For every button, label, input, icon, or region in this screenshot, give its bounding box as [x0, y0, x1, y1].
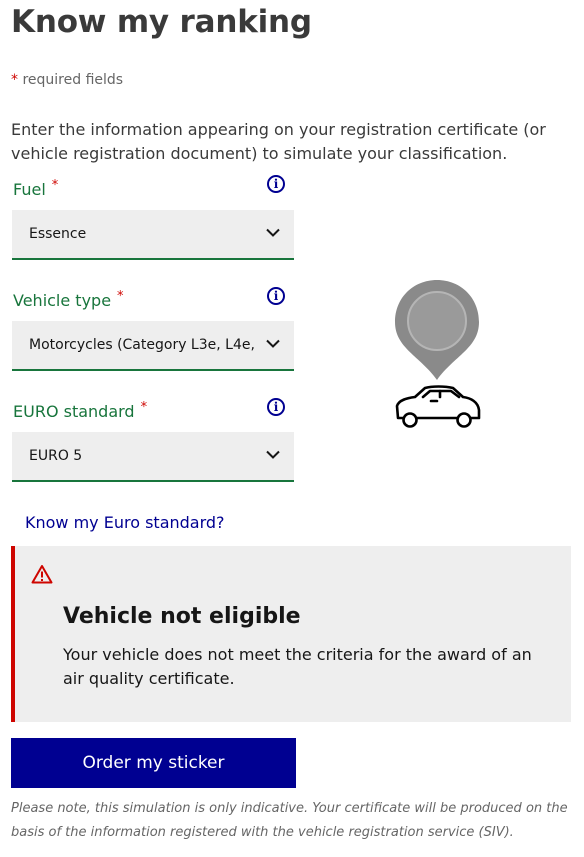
required-marker: * [117, 289, 124, 304]
vehicle-type-info-icon[interactable]: i [267, 287, 285, 305]
alert-title: Vehicle not eligible [63, 604, 301, 629]
required-marker: * [11, 72, 18, 88]
warning-icon [31, 565, 53, 584]
euro-standard-select-value: EURO 5 [29, 448, 83, 464]
map-pin-car-icon [395, 280, 481, 428]
alert-not-eligible [11, 546, 571, 722]
vehicle-type-select[interactable]: Motorcycles (Category L3e, L4e, L5e, L7e… [12, 321, 294, 371]
fuel-select[interactable]: Essence [12, 210, 294, 260]
required-fields-text: required fields [22, 72, 124, 88]
disclaimer-note: Please note, this simulation is only ind… [11, 801, 568, 840]
fuel-label-text: Fuel [13, 180, 46, 199]
chevron-down-icon [266, 339, 280, 348]
required-fields-note: * required fields [11, 72, 123, 88]
required-marker: * [51, 178, 59, 193]
know-euro-standard-link[interactable]: Know my Euro standard? [25, 513, 225, 532]
vehicle-type-label-text: Vehicle type [13, 291, 112, 310]
euro-standard-label-text: EURO standard [13, 402, 135, 421]
vehicle-type-label: Vehicle type * [13, 289, 124, 310]
info-glyph: i [273, 400, 279, 414]
euro-standard-label: EURO standard * [13, 400, 148, 421]
chevron-down-icon [266, 228, 280, 237]
chevron-down-icon [266, 450, 280, 459]
info-glyph: i [273, 289, 279, 303]
fuel-info-icon[interactable]: i [267, 175, 285, 193]
vehicle-type-select-value: Motorcycles (Category L3e, L4e, L5e, L7e… [29, 337, 257, 353]
info-glyph: i [273, 177, 279, 191]
fuel-select-value: Essence [29, 226, 87, 242]
intro-text: Enter the information appearing on your … [11, 120, 546, 163]
required-marker: * [140, 400, 148, 415]
euro-standard-select[interactable]: EURO 5 [12, 432, 294, 482]
alert-description: Your vehicle does not meet the criteria … [63, 645, 532, 688]
euro-standard-info-icon[interactable]: i [267, 398, 285, 416]
order-sticker-button[interactable]: Order my sticker [11, 738, 296, 788]
fuel-label: Fuel * [13, 178, 59, 199]
page-title: Know my ranking [11, 4, 312, 40]
